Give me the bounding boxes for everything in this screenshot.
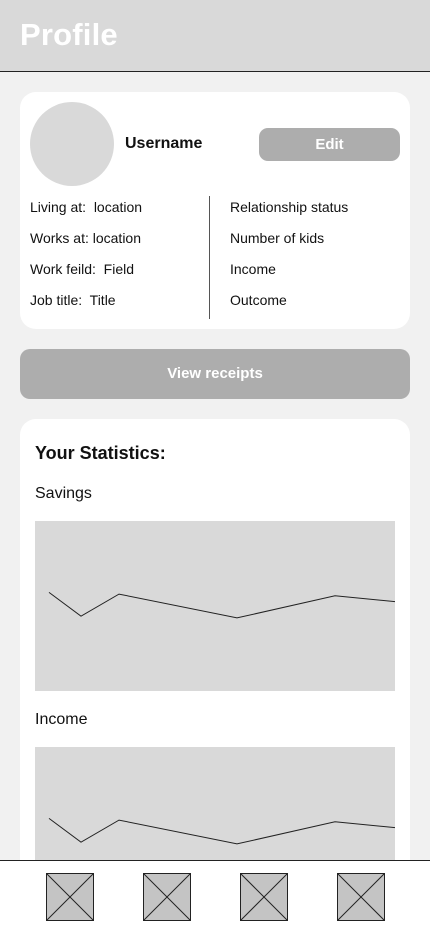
placeholder-icon [46,873,94,921]
profile-card: Username Edit Living at: location Works … [20,92,410,329]
savings-chart [35,521,395,691]
username-label: Username [125,135,203,152]
statistics-title: Your Statistics: [35,443,166,463]
placeholder-icon [143,873,191,921]
savings-chart-svg [48,591,395,619]
number-of-kids-field: Number of kids [230,230,325,246]
page-title: Profile [20,17,118,52]
app-header: Profile [0,0,430,72]
chart-series-line [48,817,395,845]
living-at-field: Living at: location [30,199,143,215]
work-field-field: Work feild: Field [30,261,134,277]
profile-info-left: Living at: location Works at: location W… [30,198,142,322]
info-divider [209,196,210,319]
outcome-field: Outcome [230,292,287,308]
job-title-field: Job title: Title [30,292,116,308]
savings-chart-label: Savings [35,485,92,502]
works-at-field: Works at: location [30,230,142,246]
chart-series-line [48,591,395,619]
avatar[interactable] [30,102,114,186]
nav-item-1[interactable] [46,873,94,921]
view-receipts-button[interactable]: View receipts [20,349,410,399]
income-field: Income [230,261,276,277]
nav-item-2[interactable] [143,873,191,921]
nav-item-4[interactable] [337,873,385,921]
placeholder-icon [240,873,288,921]
placeholder-icon [337,873,385,921]
nav-item-3[interactable] [240,873,288,921]
income-chart-label: Income [35,711,88,728]
profile-info-right: Relationship status Number of kids Incom… [230,198,348,322]
statistics-card: Your Statistics: Savings Income [20,419,410,919]
relationship-status-field: Relationship status [230,199,349,215]
bottom-nav [0,860,430,932]
edit-profile-button[interactable]: Edit [259,128,400,161]
